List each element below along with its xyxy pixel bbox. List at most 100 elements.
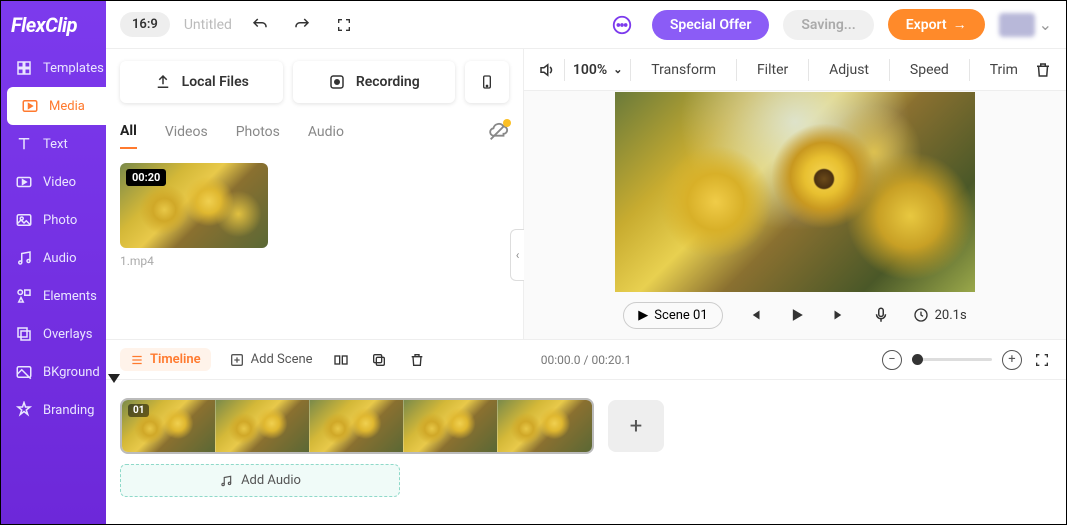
mobile-button[interactable] [465,61,509,103]
add-scene-button[interactable]: Add Scene [229,352,313,368]
sidebar-item-video[interactable]: Video [1,163,106,201]
timeline-track: 01 + Add Audio [106,379,1066,524]
mobile-icon [479,72,495,92]
copy-button[interactable] [369,350,389,370]
zoom-in-button[interactable]: + [1002,350,1022,370]
video-icon [15,173,33,191]
music-icon [219,474,233,488]
sidebar-item-branding[interactable]: Branding [1,391,106,429]
timeline-label: Timeline [150,352,201,367]
media-icon [21,97,39,115]
split-button[interactable] [331,350,351,370]
sidebar-item-templates[interactable]: Templates [1,49,106,87]
play-button[interactable] [787,305,807,325]
sidebar-label: Video [43,175,76,190]
adjust-tool[interactable]: Adjust [817,62,881,78]
timeline-clip[interactable]: 01 [120,398,594,454]
record-icon [328,73,346,91]
tab-photos[interactable]: Photos [236,116,280,148]
scene-selector[interactable]: ▶ Scene 01 [623,302,722,329]
local-files-button[interactable]: Local Files [120,61,283,103]
mic-icon[interactable] [871,305,891,325]
add-audio-button[interactable]: Add Audio [120,464,400,497]
saving-status: Saving... [783,10,873,40]
trim-tool[interactable]: Trim [978,62,1030,78]
sidebar-item-audio[interactable]: Audio [1,239,106,277]
volume-icon[interactable] [538,60,556,80]
transform-tool[interactable]: Transform [639,62,728,78]
chevron-down-icon: ⌄ [613,63,622,76]
bkground-icon [15,363,33,381]
topbar: 16:9 Untitled Special Offer Saving... Ex… [106,1,1066,49]
account-menu[interactable]: ⌄ [999,13,1052,37]
filter-tool[interactable]: Filter [745,62,800,78]
duration-value: 20.1s [935,308,967,323]
sidebar-label: Overlays [43,327,92,342]
tab-videos[interactable]: Videos [165,116,208,148]
redo-button[interactable] [288,11,316,39]
play-small-icon: ▶ [638,308,648,323]
clip-duration: 00:20 [126,169,166,186]
plus-square-icon [229,352,245,368]
project-title[interactable]: Untitled [184,17,232,33]
branding-icon [15,401,33,419]
text-icon [15,135,33,153]
zoom-slider[interactable] [912,358,992,361]
tab-audio[interactable]: Audio [308,116,344,148]
aspect-ratio[interactable]: 16:9 [120,12,170,37]
recording-button[interactable]: Recording [293,61,456,103]
media-tabs: All Videos Photos Audio [106,115,523,149]
local-files-label: Local Files [182,74,249,90]
duration-control[interactable]: 20.1s [913,307,967,323]
photo-icon [15,211,33,229]
timeline-time: 00:00.0 / 00:20.1 [541,353,632,367]
sidebar-label: Branding [43,403,94,418]
timeline-toggle[interactable]: Timeline [120,348,211,371]
zoom-level[interactable]: 100%⌄ [573,62,623,78]
add-scene-tile[interactable]: + [608,400,664,452]
elements-icon [15,287,33,305]
sidebar: FlexClip Templates Media Text Video Phot… [1,1,106,524]
timeline-bar: Timeline Add Scene 00:00.0 / 00:20.1 − + [106,339,1066,379]
fit-button[interactable] [1032,350,1052,370]
preview-canvas[interactable] [615,92,975,292]
prev-button[interactable] [745,305,765,325]
chevron-down-icon: ⌄ [1039,15,1052,34]
scene-number: 01 [128,404,149,417]
sidebar-item-photo[interactable]: Photo [1,201,106,239]
collapse-panel-button[interactable]: ‹ [510,229,524,281]
sidebar-item-elements[interactable]: Elements [1,277,106,315]
add-audio-label: Add Audio [241,473,301,488]
sidebar-label: Templates [43,61,104,76]
zoom-out-button[interactable]: − [882,350,902,370]
cloud-sync-icon[interactable] [487,121,509,143]
preview-toolbar: 100%⌄ Transform Filter Adjust Speed Trim [524,49,1066,91]
media-clip-thumb[interactable]: 00:20 [120,163,268,248]
upload-icon [154,73,172,91]
undo-button[interactable] [246,11,274,39]
delete-button[interactable] [1034,61,1052,79]
clip-filename: 1.mp4 [120,254,509,268]
sidebar-item-text[interactable]: Text [1,125,106,163]
sidebar-label: Elements [43,289,97,304]
sidebar-label: Audio [43,251,76,266]
tab-all[interactable]: All [120,115,137,149]
sidebar-label: BKground [43,365,100,380]
recording-label: Recording [356,74,420,90]
special-offer-button[interactable]: Special Offer [652,10,770,40]
next-button[interactable] [829,305,849,325]
chat-icon[interactable] [606,9,638,41]
timeline-icon [130,353,144,367]
sidebar-item-overlays[interactable]: Overlays [1,315,106,353]
tl-delete-button[interactable] [407,350,427,370]
sidebar-item-bkground[interactable]: BKground [1,353,106,391]
export-button[interactable]: Export→ [888,9,985,40]
speed-tool[interactable]: Speed [898,62,961,78]
overlays-icon [15,325,33,343]
fullscreen-button[interactable] [330,11,358,39]
media-panel: Local Files Recording All Videos Photos … [106,49,524,339]
audio-icon [15,249,33,267]
sidebar-item-media[interactable]: Media [7,87,106,125]
arrow-right-icon: → [953,16,967,33]
playhead[interactable] [108,374,120,383]
